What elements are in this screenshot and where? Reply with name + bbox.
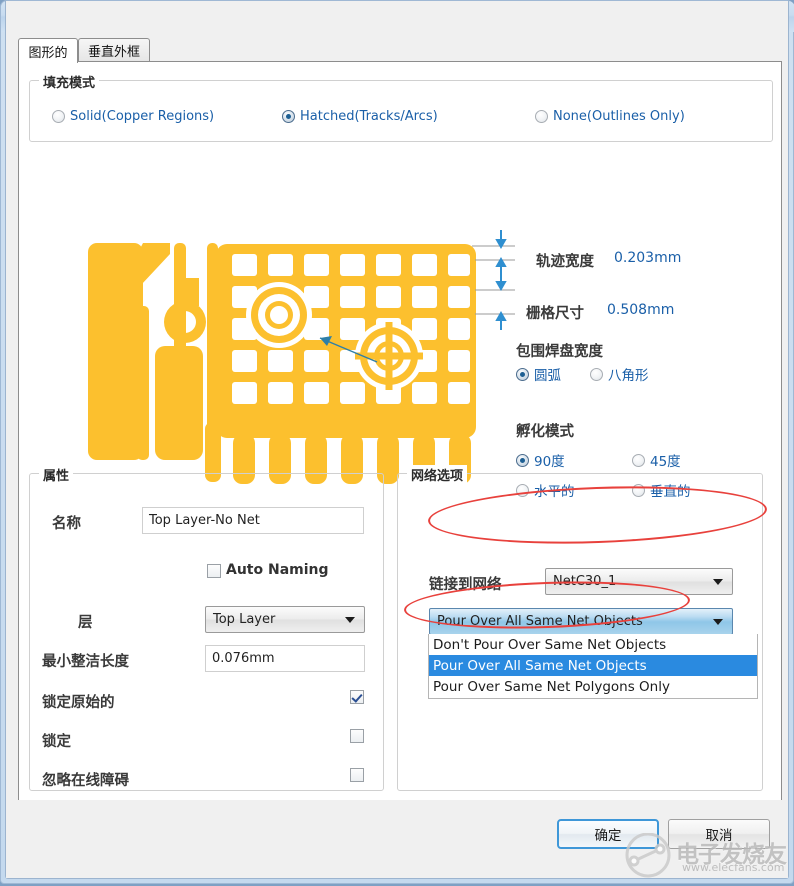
dialog-footer: 确定 取消 xyxy=(6,800,788,878)
name-input[interactable]: Top Layer-No Net xyxy=(142,507,364,534)
radio-label: 八角形 xyxy=(608,368,649,384)
radio-hatched-tracks-arcs[interactable]: Hatched(Tracks/Arcs) xyxy=(282,109,438,124)
net-options-group: 网络选项 链接到网络 NetC30_1 Pour Over All Same N… xyxy=(397,465,763,791)
radio-dot xyxy=(516,453,529,467)
track-width-label: 轨迹宽度 xyxy=(536,254,594,270)
surround-pad-width-label: 包围焊盘宽度 xyxy=(516,344,603,360)
grid-size-label: 栅格尺寸 xyxy=(526,306,584,322)
radio-hatch-45[interactable]: 45度 xyxy=(632,450,681,470)
connect-to-net-label: 链接到网络 xyxy=(429,577,502,593)
dropdown-item-pour-polygons-only[interactable]: Pour Over Same Net Polygons Only xyxy=(429,676,757,697)
auto-naming-label: Auto Naming xyxy=(226,562,329,578)
radio-dot xyxy=(590,367,603,381)
radio-dot xyxy=(282,110,295,123)
layer-combo[interactable]: Top Layer xyxy=(205,606,365,633)
fill-mode-group: 填充模式 Solid(Copper Regions) Hatched(Track… xyxy=(29,72,773,142)
pour-over-combo[interactable]: Pour Over All Same Net Objects xyxy=(429,608,733,635)
tab-page-graphical: 填充模式 Solid(Copper Regions) Hatched(Track… xyxy=(18,61,782,803)
properties-group-title: 属性 xyxy=(39,465,74,484)
radio-dot xyxy=(632,453,645,467)
grid-size-value: 0.508mm xyxy=(607,302,675,318)
ok-button[interactable]: 确定 xyxy=(557,819,659,849)
cancel-button[interactable]: 取消 xyxy=(668,819,770,849)
properties-group: 属性 名称 Top Layer-No Net Auto Naming 层 Top… xyxy=(29,465,384,791)
layer-label: 层 xyxy=(78,615,93,631)
name-label: 名称 xyxy=(52,516,81,532)
radio-label: Solid(Copper Regions) xyxy=(70,109,215,124)
radio-label: 45度 xyxy=(650,454,681,470)
ignore-violations-label: 忽略在线障碍 xyxy=(42,773,129,789)
radio-label: 90度 xyxy=(534,454,565,470)
radio-label: Hatched(Tracks/Arcs) xyxy=(300,109,438,124)
min-primitive-length-label: 最小整洁长度 xyxy=(42,654,129,670)
radio-label: None(Outlines Only) xyxy=(553,109,685,124)
track-width-value: 0.203mm xyxy=(614,250,682,266)
dropdown-item-pour-all[interactable]: Pour Over All Same Net Objects xyxy=(429,655,757,676)
ignore-violations-checkbox[interactable] xyxy=(350,768,364,782)
radio-none-outlines-only[interactable]: None(Outlines Only) xyxy=(535,109,685,124)
hatch-mode-label: 孵化模式 xyxy=(516,424,574,440)
locked-label: 锁定 xyxy=(42,734,71,750)
locked-checkbox[interactable] xyxy=(350,729,364,743)
lock-primitives-checkbox[interactable] xyxy=(350,690,364,704)
lock-primitives-label: 锁定原始的 xyxy=(42,695,115,711)
net-options-group-title: 网络选项 xyxy=(407,465,468,484)
radio-hatch-90[interactable]: 90度 xyxy=(516,450,565,470)
pour-over-value: Pour Over All Same Net Objects xyxy=(437,614,643,629)
pour-over-dropdown-list[interactable]: Don't Pour Over Same Net Objects Pour Ov… xyxy=(428,634,758,699)
tab-strip: 图形的 垂直外框 xyxy=(18,38,782,63)
tab-vertical-outline[interactable]: 垂直外框 xyxy=(78,38,150,61)
radio-label: 圆弧 xyxy=(534,368,561,384)
chevron-down-icon xyxy=(713,578,723,585)
dropdown-item-dont-pour[interactable]: Don't Pour Over Same Net Objects xyxy=(429,634,757,655)
radio-solid-copper-regions[interactable]: Solid(Copper Regions) xyxy=(52,109,214,124)
chevron-down-icon xyxy=(345,616,355,623)
layer-combo-value: Top Layer xyxy=(213,612,276,627)
radio-surround-octagon[interactable]: 八角形 xyxy=(590,364,649,384)
min-primitive-length-input[interactable]: 0.076mm xyxy=(205,645,365,672)
fill-mode-group-title: 填充模式 xyxy=(39,72,100,91)
auto-naming-checkbox[interactable] xyxy=(207,564,221,578)
radio-surround-arc[interactable]: 圆弧 xyxy=(516,364,561,384)
chevron-down-icon xyxy=(713,618,723,625)
tab-graphical[interactable]: 图形的 xyxy=(18,38,78,63)
radio-dot xyxy=(535,110,548,123)
polygon-pour-dialog: 多边形敷铜 [mm] ? ✕ 图形的 垂直外框 填充模式 Solid(Coppe… xyxy=(0,0,794,884)
radio-dot xyxy=(516,367,529,381)
connect-to-net-value: NetC30_1 xyxy=(553,574,617,589)
radio-dot xyxy=(52,110,65,123)
dialog-body: 图形的 垂直外框 填充模式 Solid(Copper Regions) Hatc… xyxy=(5,1,789,879)
connect-to-net-combo[interactable]: NetC30_1 xyxy=(545,568,733,595)
